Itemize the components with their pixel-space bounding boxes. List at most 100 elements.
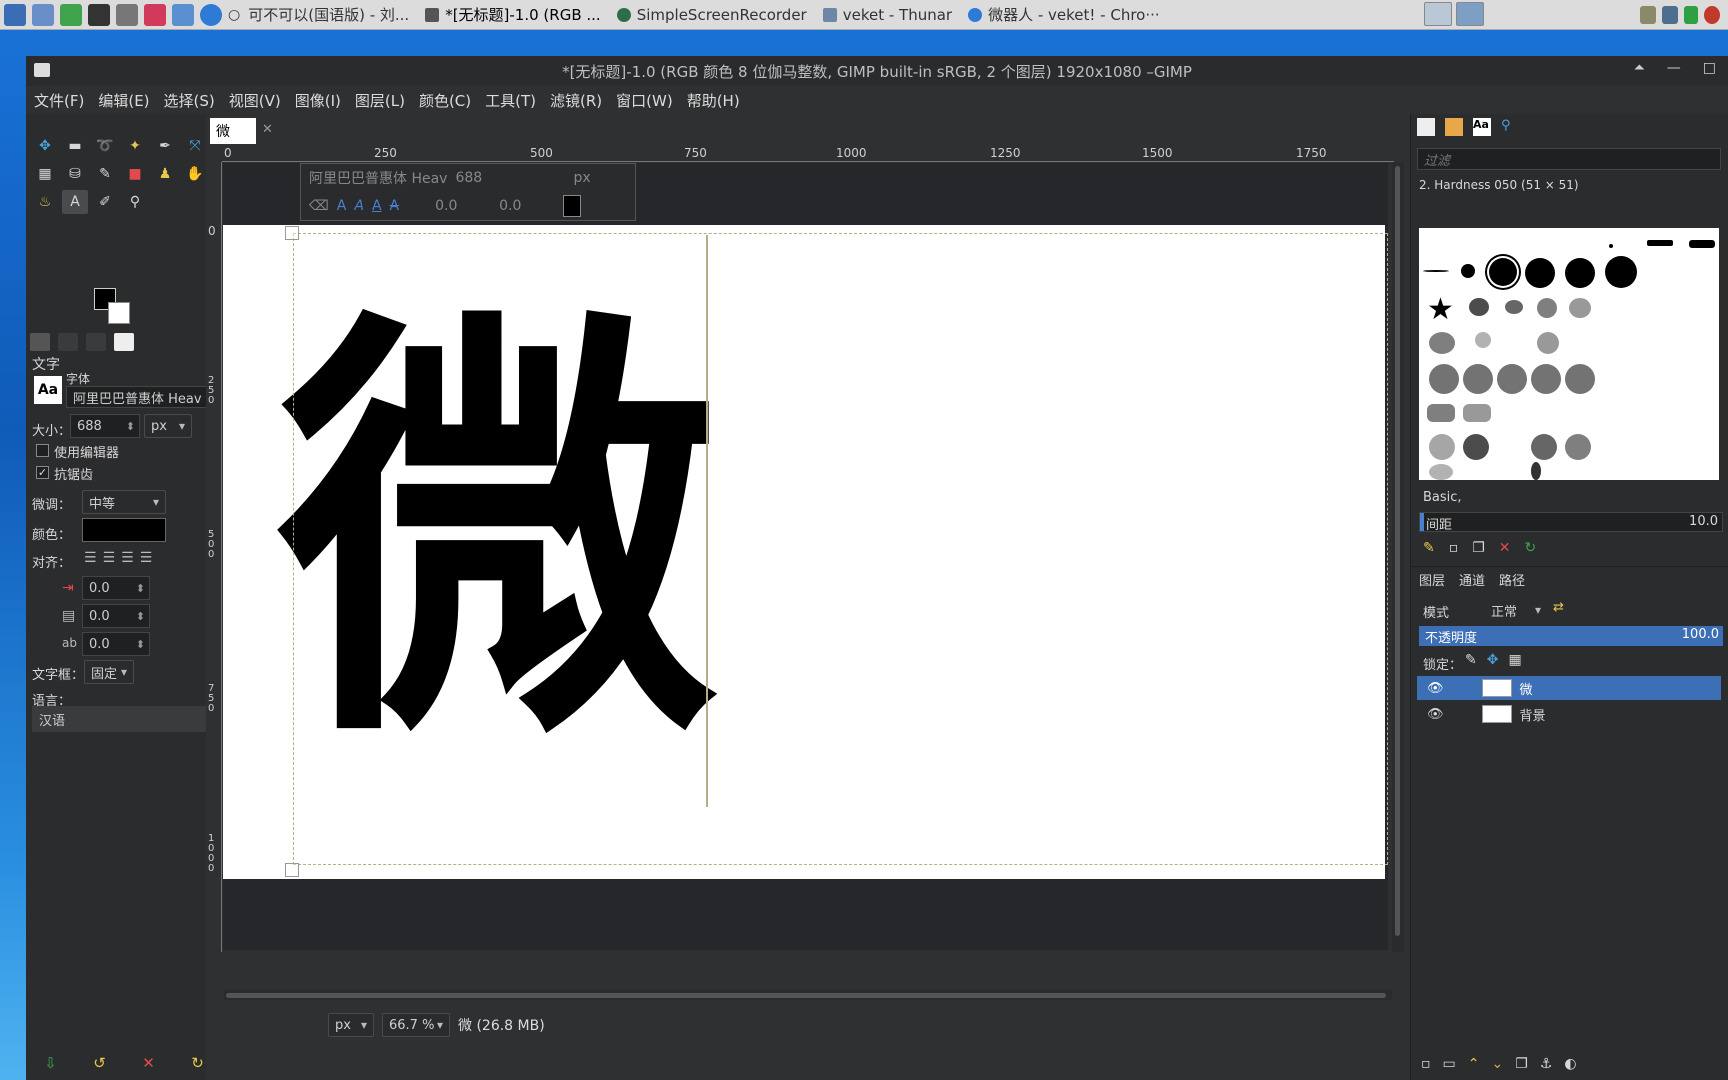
raise-layer-icon[interactable]: ⌃ bbox=[1468, 1056, 1480, 1072]
browser-icon[interactable] bbox=[172, 3, 194, 26]
minimize-icon[interactable]: — bbox=[1667, 60, 1681, 76]
menu-windows[interactable]: 窗口(W) bbox=[616, 90, 673, 111]
task-gimp[interactable]: *[无标题]-1.0 (RGB ... bbox=[417, 1, 609, 29]
layer-name[interactable]: 背景 bbox=[1520, 705, 1546, 724]
play-icon[interactable] bbox=[60, 3, 82, 26]
layer-row-background[interactable]: 👁 背景 bbox=[1417, 702, 1721, 726]
horizontal-ruler[interactable]: 0 250 500 750 1000 1250 1500 1750 bbox=[222, 146, 1394, 162]
strikethrough-icon[interactable]: A bbox=[390, 198, 400, 214]
lasso-icon[interactable]: ➰ bbox=[92, 134, 118, 158]
blend-icon[interactable]: ▦ bbox=[32, 162, 58, 186]
zoom-combo[interactable]: 66.7 % bbox=[382, 1013, 450, 1037]
tool-options-tab-icon[interactable] bbox=[30, 333, 50, 351]
italic-icon[interactable]: A bbox=[354, 198, 364, 214]
hinting-combo[interactable]: 中等 bbox=[82, 490, 166, 514]
lock-alpha-icon[interactable]: ▦ bbox=[1508, 652, 1521, 668]
tab-paths[interactable]: 路径 bbox=[1499, 570, 1525, 589]
menu-tools[interactable]: 工具(T) bbox=[485, 90, 536, 111]
duplicate-layer-icon[interactable]: ❐ bbox=[1515, 1056, 1528, 1072]
duplicate-brush-icon[interactable]: ❐ bbox=[1472, 540, 1485, 556]
justify-fill-icon[interactable]: ☰ bbox=[140, 550, 153, 566]
refresh-brushes-icon[interactable]: ↻ bbox=[1525, 540, 1537, 556]
fuzzy-select-icon[interactable]: ✦ bbox=[122, 134, 148, 158]
ontext-color[interactable] bbox=[563, 195, 582, 217]
new-group-icon[interactable]: ▭ bbox=[1443, 1056, 1456, 1072]
vertical-scrollbar[interactable] bbox=[1392, 162, 1404, 952]
device-status-tab-icon[interactable] bbox=[58, 333, 78, 351]
brushes-tab-icon[interactable] bbox=[1417, 118, 1435, 136]
underline-icon[interactable]: A bbox=[372, 198, 382, 214]
circle-icon[interactable]: ○ bbox=[228, 7, 240, 23]
task-recorder[interactable]: SimpleScreenRecorder bbox=[609, 1, 815, 29]
indent-field[interactable]: 0.0 bbox=[82, 576, 150, 600]
search-icon[interactable]: ⚲ bbox=[1501, 118, 1519, 136]
terminal-icon[interactable] bbox=[88, 3, 110, 26]
fonts-tab-icon[interactable]: Aa bbox=[1473, 118, 1491, 136]
zoom-icon[interactable]: ⚲ bbox=[122, 190, 148, 214]
ontext-size[interactable]: 688 bbox=[455, 170, 565, 186]
move-tool-icon[interactable]: ✥ bbox=[32, 134, 58, 158]
printer-icon[interactable] bbox=[116, 3, 138, 26]
menu-select[interactable]: 选择(S) bbox=[164, 90, 215, 111]
power-icon[interactable] bbox=[1704, 6, 1720, 24]
visibility-eye-icon[interactable]: 👁 bbox=[1427, 707, 1444, 722]
heart-icon[interactable] bbox=[144, 3, 166, 26]
ontext-baseline[interactable]: 0.0 bbox=[407, 198, 477, 214]
blend-mode-combo[interactable]: 正常 bbox=[1485, 598, 1547, 622]
background-color[interactable] bbox=[108, 302, 130, 324]
layer-name[interactable]: 微 bbox=[1520, 679, 1533, 698]
smudge-icon[interactable]: ✋ bbox=[182, 162, 208, 186]
patterns-tab-icon[interactable] bbox=[1445, 118, 1463, 136]
ontext-font[interactable]: 阿里巴巴普惠体 Heav bbox=[309, 168, 447, 188]
clipboard-icon[interactable] bbox=[1640, 6, 1656, 24]
mode-switch-icon[interactable]: ⇄ bbox=[1553, 600, 1564, 615]
antialias-checkbox[interactable]: ✓ bbox=[36, 466, 49, 479]
font-field[interactable]: 阿里巴巴普惠体 Heav bbox=[66, 386, 216, 408]
transform-icon[interactable]: ⤧ bbox=[182, 134, 208, 158]
visibility-eye-icon[interactable]: 👁 bbox=[1427, 681, 1444, 696]
color-picker-icon[interactable]: ✐ bbox=[92, 190, 118, 214]
justify-left-icon[interactable]: ☰ bbox=[84, 550, 97, 566]
task-music[interactable]: 可不可以(国语版) - 刘... bbox=[240, 1, 417, 29]
opacity-slider[interactable]: 不透明度 100.0 bbox=[1419, 626, 1723, 646]
lower-layer-icon[interactable]: ⌄ bbox=[1491, 1056, 1503, 1072]
restore-options-icon[interactable]: ↺ bbox=[93, 1054, 106, 1072]
images-tab-icon[interactable] bbox=[114, 333, 134, 351]
pen-path-icon[interactable]: ✒ bbox=[152, 134, 178, 158]
menu-view[interactable]: 视图(V) bbox=[229, 90, 281, 111]
use-editor-checkbox[interactable] bbox=[36, 444, 49, 457]
close-tab-icon[interactable]: ✕ bbox=[262, 122, 273, 137]
canvas-viewport[interactable]: 微 阿里巴巴普惠体 Heav 688 px ⌫ A A A A 0.0 0.0 bbox=[223, 163, 1388, 950]
language-field[interactable]: 汉语 bbox=[32, 706, 216, 732]
lock-position-icon[interactable]: ✥ bbox=[1487, 652, 1499, 668]
menu-image[interactable]: 图像(I) bbox=[295, 90, 341, 111]
new-layer-icon[interactable]: ▫ bbox=[1421, 1056, 1431, 1072]
task-thunar[interactable]: veket - Thunar bbox=[815, 1, 960, 29]
size-field[interactable]: 688 bbox=[70, 414, 140, 438]
layer-row-text[interactable]: 👁 微 bbox=[1417, 676, 1721, 700]
status-unit-combo[interactable]: px bbox=[328, 1013, 374, 1037]
text-color-swatch[interactable] bbox=[82, 518, 166, 542]
delete-options-icon[interactable]: ✕ bbox=[142, 1054, 155, 1072]
text-tool-icon[interactable]: A bbox=[62, 190, 88, 214]
desktop-1[interactable] bbox=[1424, 2, 1452, 26]
save-options-icon[interactable]: ⇩ bbox=[44, 1054, 57, 1072]
undo-history-tab-icon[interactable] bbox=[86, 333, 106, 351]
paintbrush-icon[interactable]: ✎ bbox=[92, 162, 118, 186]
battery-icon[interactable] bbox=[1684, 6, 1698, 24]
delete-brush-icon[interactable]: ✕ bbox=[1499, 540, 1511, 556]
tab-layers[interactable]: 图层 bbox=[1419, 570, 1445, 589]
menu-icon[interactable] bbox=[4, 3, 26, 26]
bucket-icon[interactable]: ⛁ bbox=[62, 162, 88, 186]
settings-icon[interactable] bbox=[32, 3, 54, 26]
text-box-handle-tl[interactable] bbox=[285, 226, 299, 240]
window-icon[interactable] bbox=[34, 63, 50, 77]
clone-icon[interactable]: ♟ bbox=[152, 162, 178, 186]
dodge-icon[interactable]: ♨ bbox=[32, 190, 58, 214]
desktop-2[interactable] bbox=[1456, 2, 1484, 26]
network-icon[interactable] bbox=[1662, 6, 1678, 24]
menu-layer[interactable]: 图层(L) bbox=[355, 90, 405, 111]
justify-center-icon[interactable]: ☰ bbox=[121, 550, 134, 566]
eraser-icon[interactable]: ■ bbox=[122, 162, 148, 186]
lock-pixels-icon[interactable]: ✎ bbox=[1465, 652, 1477, 668]
